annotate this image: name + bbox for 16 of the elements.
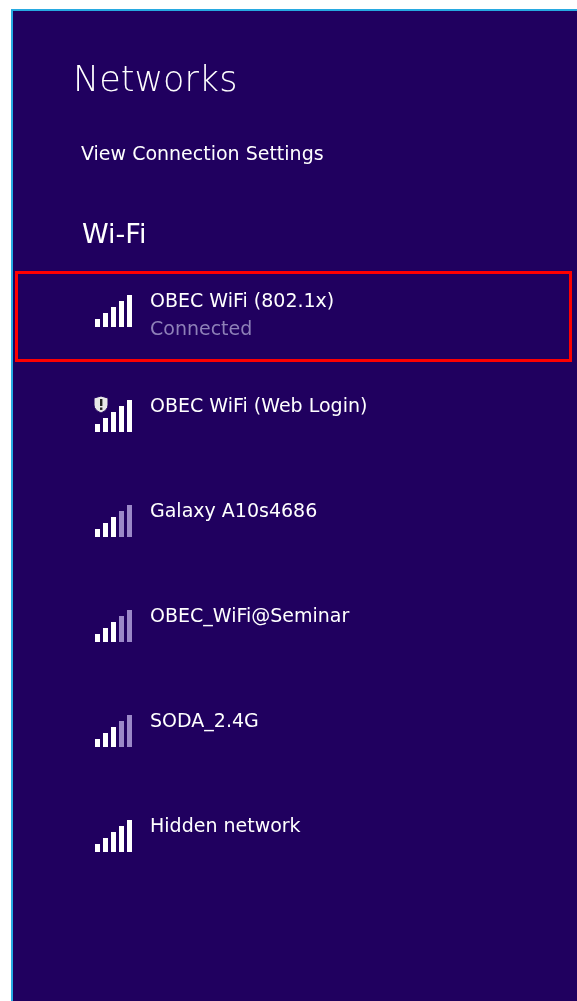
network-item[interactable]: Galaxy A10s4686 <box>15 481 572 572</box>
network-name: Hidden network <box>150 813 301 838</box>
network-name: OBEC WiFi (Web Login) <box>150 393 368 418</box>
view-connection-settings-link[interactable]: View Connection Settings <box>81 139 324 167</box>
network-name: OBEC_WiFi@Seminar <box>150 603 350 629</box>
network-item[interactable]: SODA_2.4G <box>15 691 572 782</box>
panel-title: Networks <box>73 58 239 101</box>
network-item[interactable]: OBEC_WiFi@Seminar <box>15 586 572 677</box>
network-name: SODA_2.4G <box>150 708 259 734</box>
network-item[interactable]: OBEC WiFi (Web Login) <box>15 376 572 467</box>
network-item[interactable]: OBEC WiFi (802.1x) Connected <box>15 271 572 362</box>
network-item[interactable]: Hidden network <box>15 796 572 887</box>
connection-status: Connected <box>150 316 254 341</box>
network-name: OBEC WiFi (802.1x) <box>150 288 335 313</box>
network-name: Galaxy A10s4686 <box>150 498 318 523</box>
section-heading: Wi-Fi <box>82 217 147 251</box>
